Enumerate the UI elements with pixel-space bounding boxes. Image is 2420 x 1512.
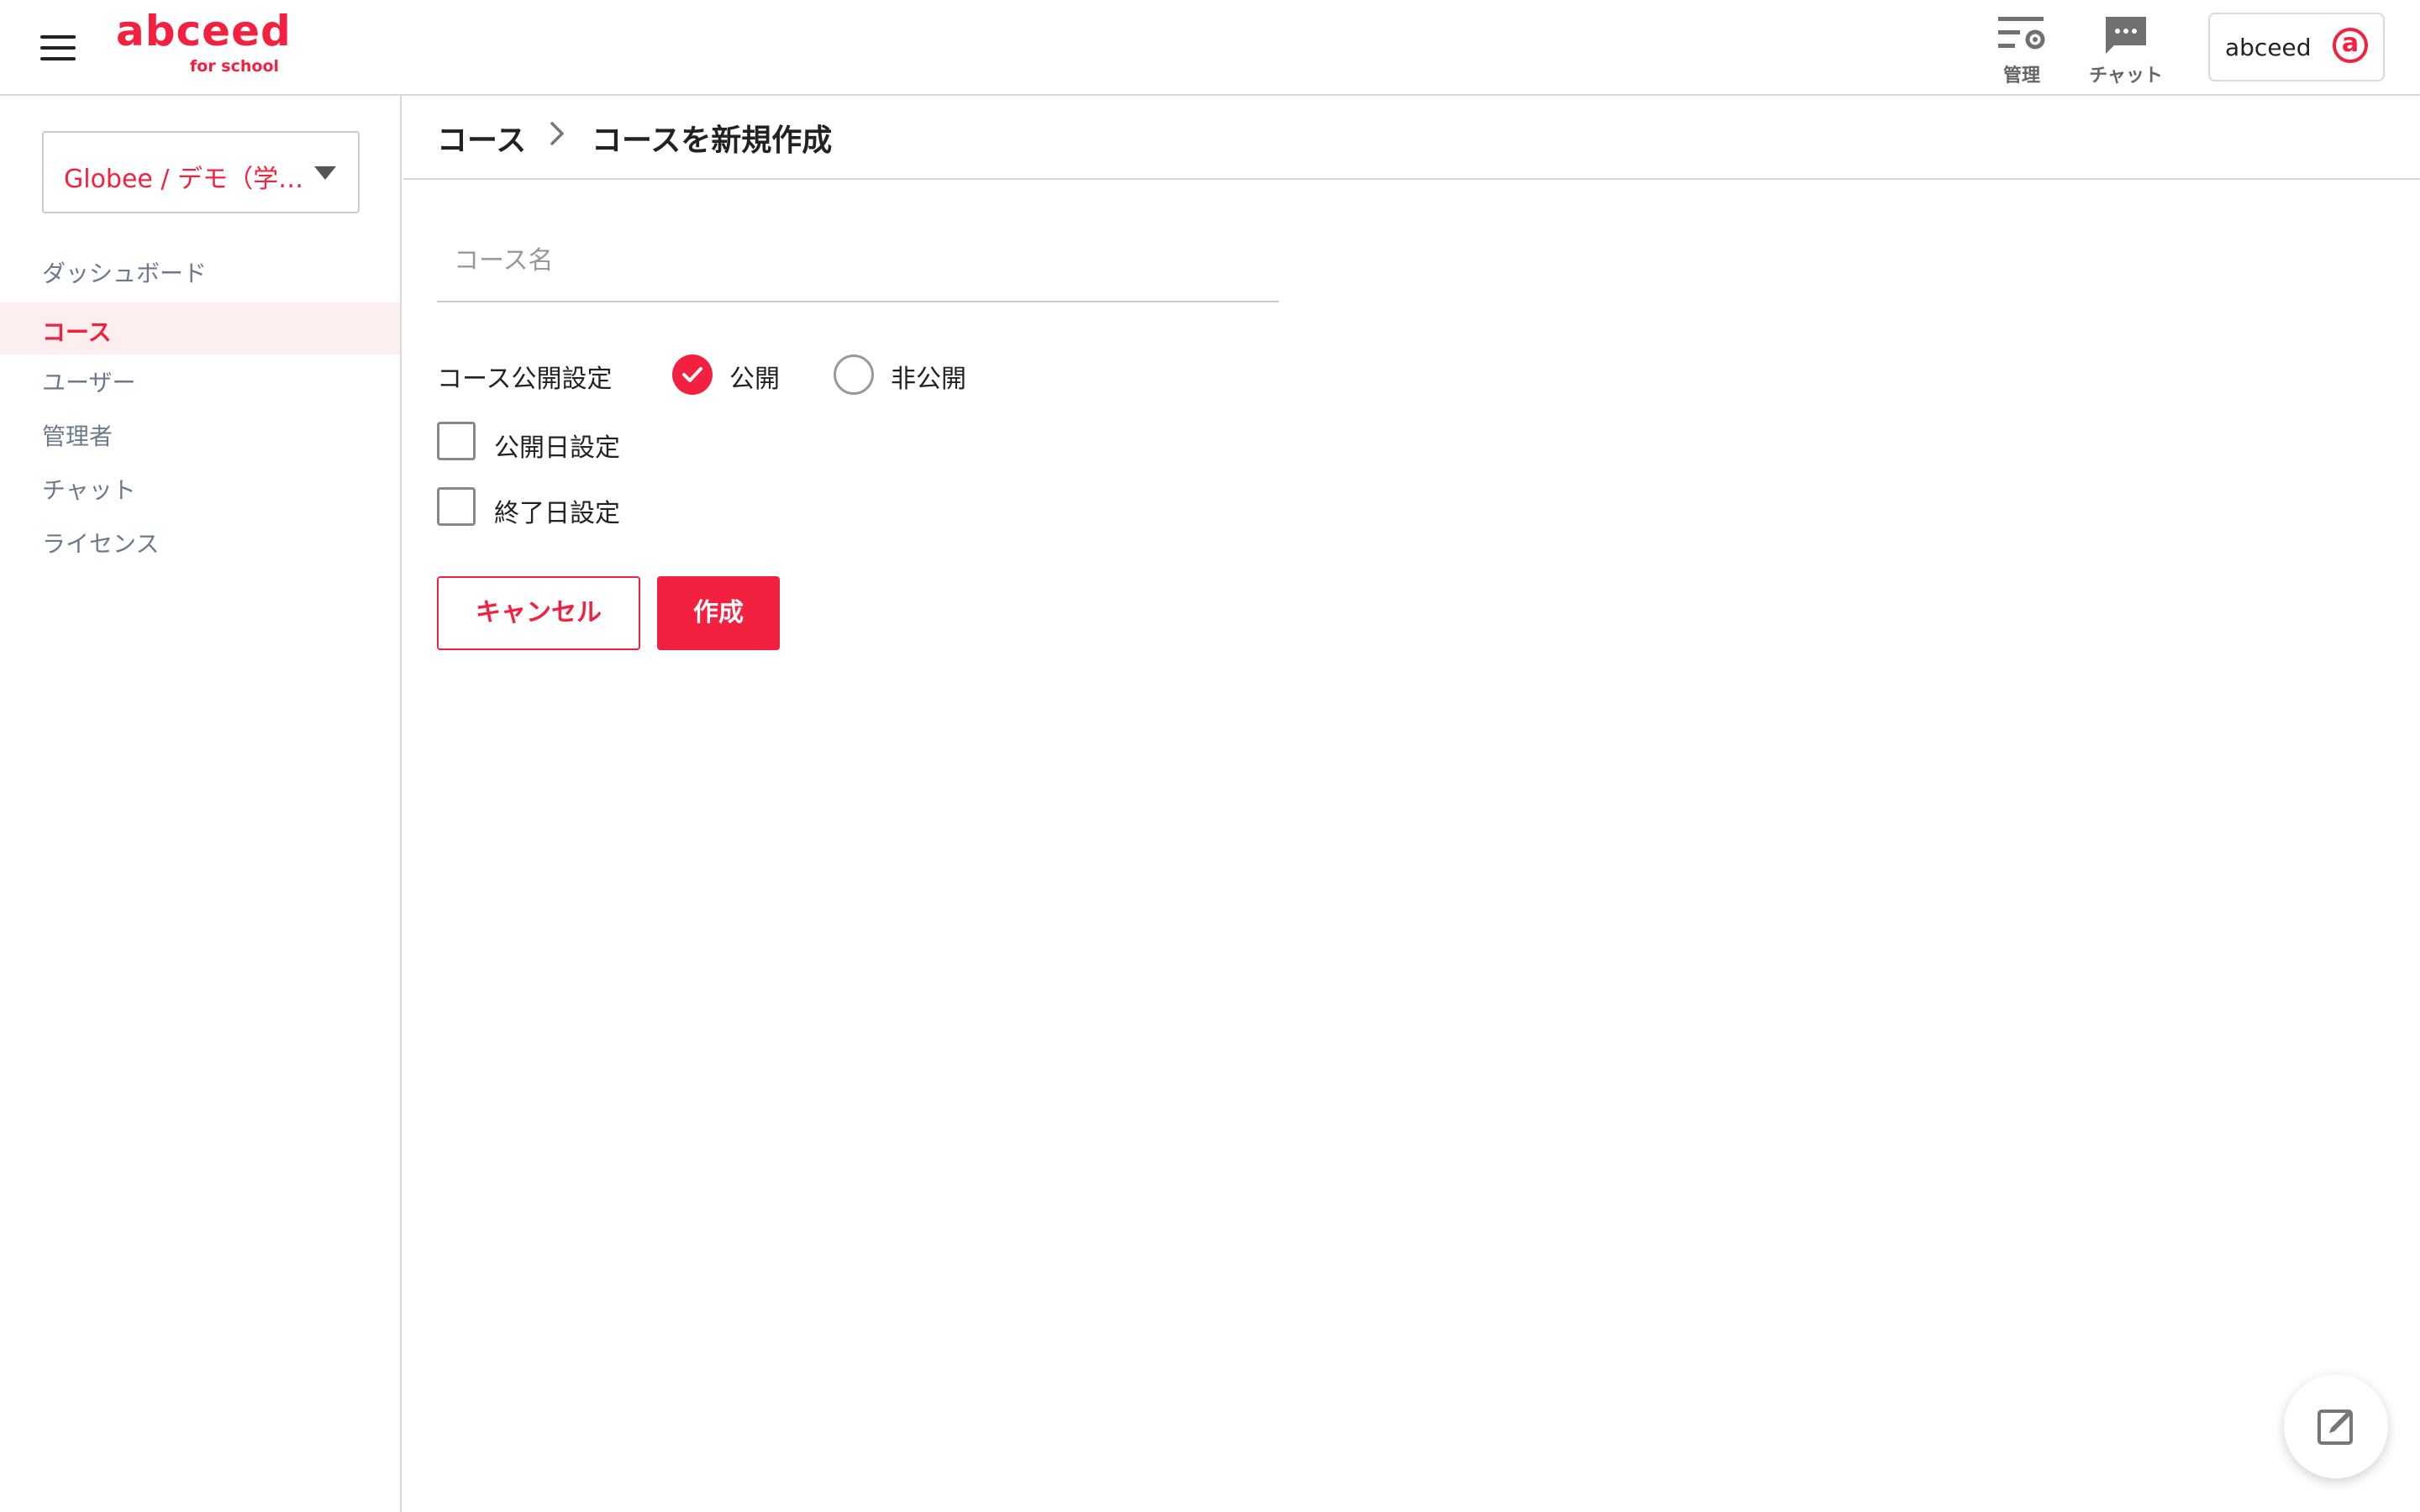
sidebar-item-label: コース (42, 318, 112, 346)
create-button[interactable]: 作成 (657, 576, 780, 650)
organization-select[interactable]: Globee / デモ（学… (42, 131, 360, 213)
sidebar-item-chat[interactable]: チャット (0, 460, 400, 512)
sidebar-item-users[interactable]: ユーザー (0, 353, 400, 405)
radio-label: 公開 (729, 365, 780, 394)
chat-label: チャット (2089, 66, 2163, 87)
visibility-label: コース公開設定 (437, 365, 613, 394)
cancel-button[interactable]: キャンセル (437, 576, 640, 650)
sidebar-item-label: ライセンス (42, 530, 160, 558)
course-name-input[interactable] (437, 220, 1279, 302)
visibility-private-radio[interactable]: 非公開 (834, 354, 985, 395)
sidebar-item-label: チャット (42, 476, 136, 504)
manage-label: 管理 (2002, 66, 2040, 87)
avatar: a (2333, 28, 2368, 63)
hamburger-icon[interactable] (40, 34, 77, 62)
visibility-public-radio[interactable]: 公開 (672, 354, 790, 395)
chat-button[interactable]: チャット (2075, 10, 2176, 87)
checkbox-icon (437, 422, 476, 460)
edit-fab-button[interactable] (2284, 1374, 2388, 1478)
sidebar-item-label: 管理者 (42, 423, 113, 450)
breadcrumb-courses-link[interactable]: コース (437, 116, 526, 160)
top-header: abceed for school 管理 チャット abceed a (0, 0, 2420, 96)
sidebar: Globee / デモ（学… ダッシュボード コース ユーザー 管理者 チャット… (0, 96, 402, 1512)
manage-button[interactable]: 管理 (1971, 10, 2072, 87)
account-menu[interactable]: abceed a (2208, 13, 2385, 81)
edit-icon (2317, 1410, 2353, 1445)
sidebar-item-admins[interactable]: 管理者 (0, 407, 400, 459)
checkbox-label: 終了日設定 (494, 499, 620, 528)
breadcrumb: コース コースを新規作成 (403, 96, 2420, 180)
checkbox-label: 公開日設定 (494, 433, 620, 463)
settings-list-icon (1998, 17, 2045, 50)
sidebar-item-dashboard[interactable]: ダッシュボード (0, 244, 400, 296)
sidebar-item-courses[interactable]: コース (0, 302, 400, 354)
logo[interactable]: abceed for school (116, 7, 291, 81)
caret-down-icon (314, 166, 336, 180)
sidebar-item-label: ユーザー (42, 369, 136, 396)
end-date-checkbox[interactable]: 終了日設定 (437, 487, 689, 528)
organization-select-value: Globee / デモ（学… (64, 165, 304, 194)
page-title: コースを新規作成 (592, 123, 833, 158)
logo-subtext: for school (190, 57, 280, 76)
sidebar-item-label: ダッシュボード (42, 260, 208, 287)
chevron-right-icon (550, 122, 564, 145)
chat-bubble-icon (2106, 17, 2146, 54)
publish-date-checkbox[interactable]: 公開日設定 (437, 422, 689, 463)
account-name: abceed (2225, 34, 2312, 61)
sidebar-item-licenses[interactable]: ライセンス (0, 514, 400, 566)
radio-checked-icon (672, 354, 713, 395)
checkbox-icon (437, 487, 476, 526)
radio-label: 非公開 (891, 365, 966, 394)
radio-unchecked-icon (834, 354, 874, 395)
logo-text: abceed (116, 7, 292, 55)
